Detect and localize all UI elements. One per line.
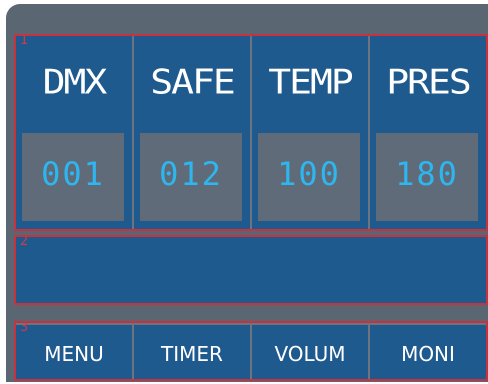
readout-value: 001 <box>41 155 105 193</box>
message-region: 2 <box>14 235 488 305</box>
readout-value-box: 001 <box>22 133 124 221</box>
readout-safe: SAFE 012 <box>134 36 250 229</box>
readout-label: TEMP <box>268 62 354 102</box>
readout-pres: PRES 180 <box>370 36 486 229</box>
readout-value-box: 180 <box>376 133 478 221</box>
volume-button[interactable]: VOLUM <box>252 325 368 379</box>
readout-value-box: 100 <box>258 133 360 221</box>
readout-value-box: 012 <box>140 133 242 221</box>
region-number: 1 <box>20 34 29 48</box>
readout-label: SAFE <box>150 62 236 102</box>
menu-button[interactable]: MENU <box>16 325 132 379</box>
readout-value: 012 <box>159 155 223 193</box>
region-number: 2 <box>20 235 29 249</box>
monitor-button[interactable]: MONI <box>370 325 486 379</box>
readout-temp: TEMP 100 <box>252 36 368 229</box>
region-number: 3 <box>20 321 29 335</box>
readout-value: 180 <box>395 155 459 193</box>
timer-button[interactable]: TIMER <box>134 325 250 379</box>
readout-region: DMX 001 SAFE 012 TEMP 100 PRES 180 1 <box>14 34 488 231</box>
button-region: MENU TIMER VOLUM MONI 3 <box>14 321 488 381</box>
readout-label: DMX <box>42 62 108 102</box>
readout-value: 100 <box>277 155 341 193</box>
readout-label: PRES <box>386 62 472 102</box>
readout-dmx: DMX 001 <box>16 36 132 229</box>
